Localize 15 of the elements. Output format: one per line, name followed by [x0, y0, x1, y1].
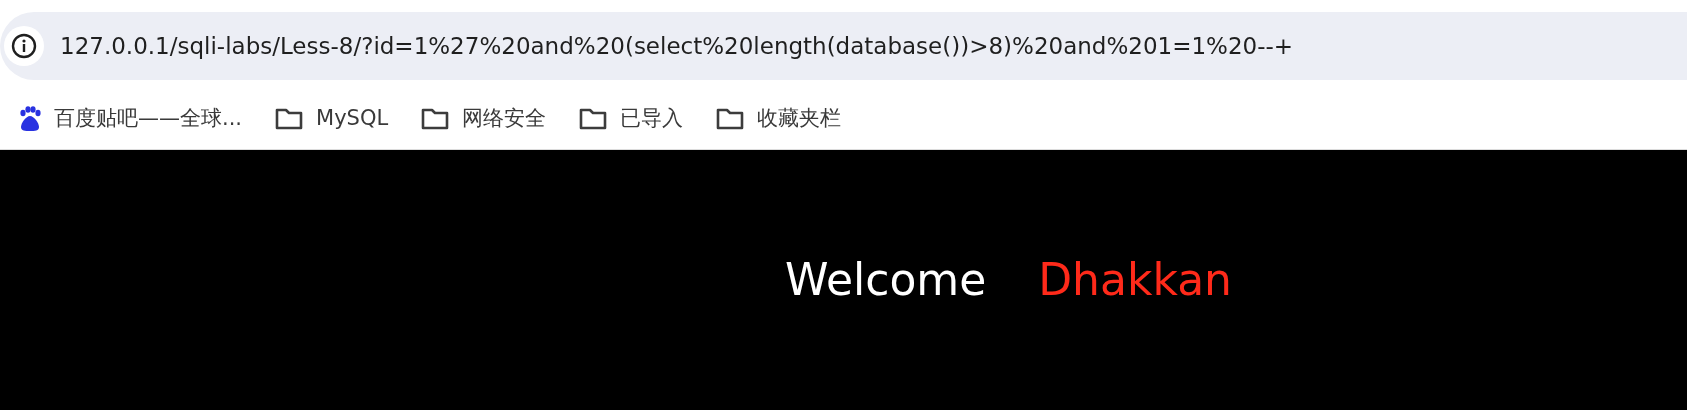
bookmark-item[interactable]: 百度贴吧——全球... — [18, 102, 243, 135]
folder-icon — [274, 106, 305, 131]
welcome-text: Welcome — [784, 253, 987, 307]
folder-icon — [578, 106, 609, 131]
url-text: 127.0.0.1/sqli-labs/Less-8/?id=1%27%20and%20(select%20length(database())>8)%20and%201=1%20--+ — [60, 31, 1294, 61]
bookmark-item[interactable]: 已导入 — [578, 102, 684, 135]
bookmark-item[interactable]: MySQL — [274, 102, 389, 135]
bookmark-item[interactable]: 收藏夹栏 — [715, 102, 842, 135]
address-bar[interactable]: 127.0.0.1/sqli-labs/Less-8/?id=1%27%20and%20(select%20length(database())>8)%20and%201=1%20--+ — [0, 12, 1687, 80]
paw-icon — [18, 105, 42, 132]
bookmark-item[interactable]: 网络安全 — [420, 102, 547, 135]
info-icon[interactable] — [11, 33, 37, 59]
name-text: Dhakkan — [1038, 253, 1232, 307]
folder-icon — [420, 106, 451, 131]
folder-icon — [715, 106, 746, 131]
